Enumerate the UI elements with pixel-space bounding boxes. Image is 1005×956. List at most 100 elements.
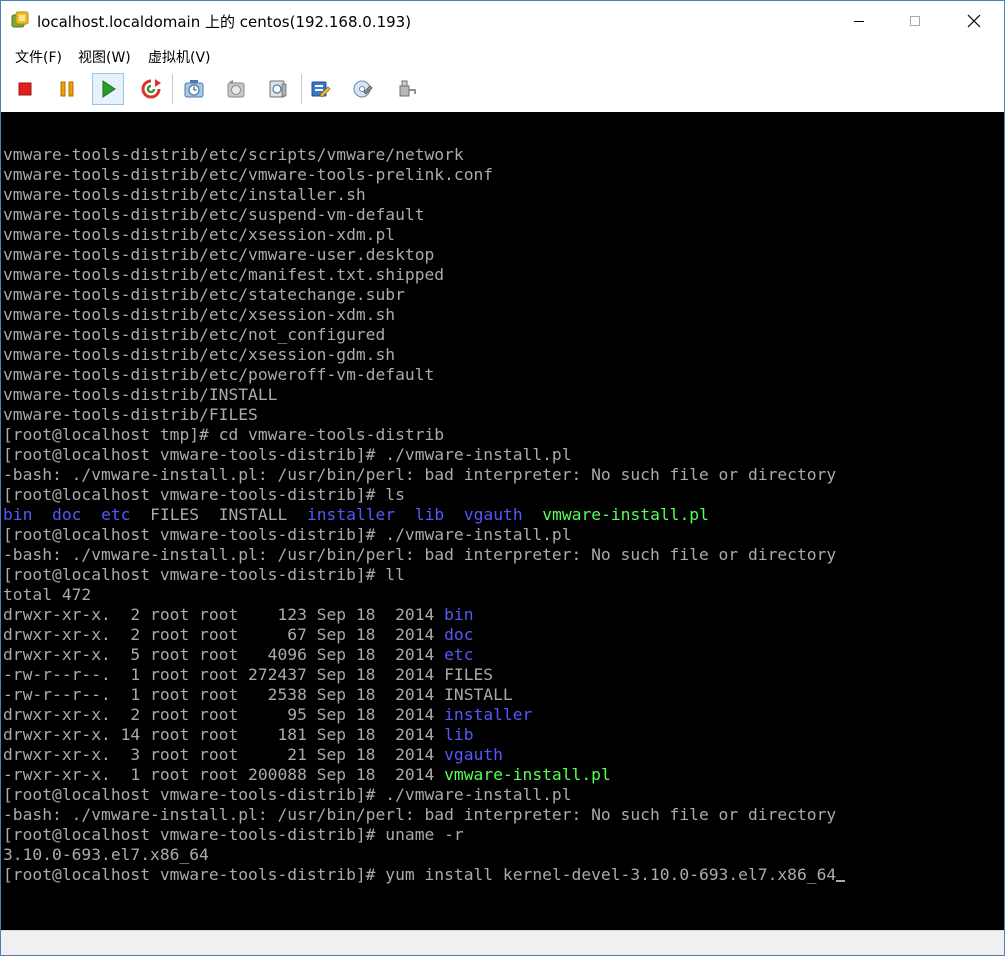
connect-device-icon bbox=[399, 80, 416, 97]
terminal-line: vmware-tools-distrib/etc/not_configured bbox=[3, 325, 845, 345]
terminal-text: vmware-tools-distrib/etc/vmware-tools-pr… bbox=[3, 165, 494, 184]
menu-vm[interactable]: 虚拟机(V) bbox=[148, 47, 211, 67]
terminal-line: vmware-tools-distrib/etc/manifest.txt.sh… bbox=[3, 265, 845, 285]
terminal-text: [root@localhost vmware-tools-distrib]# l… bbox=[3, 485, 405, 504]
vm-console-window: localhost.localdomain 上的 centos(192.168.… bbox=[0, 0, 1005, 956]
connect-device-button[interactable] bbox=[391, 73, 423, 105]
manage-snapshots-icon bbox=[269, 80, 287, 98]
terminal-text: vmware-tools-distrib/INSTALL bbox=[3, 385, 278, 404]
vm-console-screen[interactable]: vmware-tools-distrib/etc/scripts/vmware/… bbox=[1, 112, 1004, 930]
reset-icon bbox=[141, 79, 161, 99]
directory-name: etc bbox=[444, 645, 474, 664]
toolbar bbox=[1, 70, 1004, 110]
terminal-line: vmware-tools-distrib/etc/installer.sh bbox=[3, 185, 845, 205]
pause-icon bbox=[60, 81, 74, 97]
revert-snapshot-button[interactable] bbox=[220, 73, 252, 105]
terminal-line: vmware-tools-distrib/etc/statechange.sub… bbox=[3, 285, 845, 305]
terminal-line: 3.10.0-693.el7.x86_64 bbox=[3, 845, 845, 865]
terminal-text: vmware-tools-distrib/etc/suspend-vm-defa… bbox=[3, 205, 425, 224]
terminal-text: vmware-tools-distrib/etc/not_configured bbox=[3, 325, 386, 344]
vsphere-app-icon bbox=[11, 11, 29, 29]
window-title: localhost.localdomain 上的 centos(192.168.… bbox=[37, 13, 412, 31]
terminal-text: drwxr-xr-x. 2 root root 123 Sep 18 2014 bbox=[3, 605, 445, 624]
terminal-text: vmware-tools-distrib/etc/xsession-xdm.sh bbox=[3, 305, 396, 324]
reset-button[interactable] bbox=[135, 73, 167, 105]
text-cursor bbox=[836, 880, 846, 882]
terminal-line: [root@localhost tmp]# cd vmware-tools-di… bbox=[3, 425, 845, 445]
terminal-line: [root@localhost vmware-tools-distrib]# u… bbox=[3, 825, 845, 845]
directory-name: bin bbox=[3, 505, 33, 524]
terminal-line: -bash: ./vmware-install.pl: /usr/bin/per… bbox=[3, 805, 845, 825]
terminal-line: vmware-tools-distrib/etc/vmware-user.des… bbox=[3, 245, 845, 265]
directory-name: bin bbox=[444, 605, 474, 624]
terminal-line: vmware-tools-distrib/etc/suspend-vm-defa… bbox=[3, 205, 845, 225]
take-snapshot-button[interactable] bbox=[178, 73, 210, 105]
executable-name: vmware-install.pl bbox=[542, 505, 709, 524]
directory-name: lib bbox=[414, 505, 445, 524]
terminal-text: [root@localhost vmware-tools-distrib]# y… bbox=[3, 865, 837, 884]
terminal-line: vmware-tools-distrib/etc/scripts/vmware/… bbox=[3, 145, 845, 165]
revert-snapshot-icon bbox=[227, 80, 245, 98]
play-icon bbox=[102, 80, 116, 98]
power-on-button[interactable] bbox=[92, 73, 124, 105]
terminal-text: [root@localhost vmware-tools-distrib]# .… bbox=[3, 525, 572, 544]
terminal-text: [root@localhost vmware-tools-distrib]# .… bbox=[3, 445, 572, 464]
directory-name: vgauth bbox=[463, 505, 523, 524]
terminal-line: -rw-r--r--. 1 root root 2538 Sep 18 2014… bbox=[3, 685, 845, 705]
terminal-text: -bash: ./vmware-install.pl: /usr/bin/per… bbox=[3, 805, 837, 824]
terminal-text: vmware-tools-distrib/etc/xsession-xdm.pl bbox=[3, 225, 396, 244]
menu-file[interactable]: 文件(F) bbox=[15, 47, 62, 67]
terminal-text: -bash: ./vmware-install.pl: /usr/bin/per… bbox=[3, 465, 837, 484]
terminal-text: drwxr-xr-x. 3 root root 21 Sep 18 2014 bbox=[3, 745, 445, 764]
terminal-line: -rwxr-xr-x. 1 root root 200088 Sep 18 20… bbox=[3, 765, 845, 785]
suspend-button[interactable] bbox=[51, 73, 83, 105]
minimize-icon bbox=[854, 20, 864, 22]
menu-bar: 文件(F) 视图(W) 虚拟机(V) bbox=[1, 40, 1004, 70]
toolbar-separator bbox=[172, 74, 173, 104]
terminal-text: -rw-r--r--. 1 root root 272437 Sep 18 20… bbox=[3, 665, 494, 684]
terminal-text: [root@localhost tmp]# cd vmware-tools-di… bbox=[3, 425, 445, 444]
directory-name: installer bbox=[444, 705, 533, 724]
close-button[interactable] bbox=[951, 1, 997, 40]
minimize-button[interactable] bbox=[836, 1, 882, 40]
snapshot-manager-button[interactable] bbox=[262, 73, 294, 105]
terminal-line: total 472 bbox=[3, 585, 845, 605]
terminal-text: drwxr-xr-x. 2 root root 67 Sep 18 2014 bbox=[3, 625, 445, 644]
stop-icon bbox=[18, 82, 32, 96]
directory-name: lib bbox=[444, 725, 474, 744]
edit-settings-button[interactable] bbox=[305, 73, 337, 105]
connect-cd-button[interactable] bbox=[347, 73, 379, 105]
title-bar[interactable]: localhost.localdomain 上的 centos(192.168.… bbox=[1, 1, 1004, 40]
terminal-text: vmware-tools-distrib/FILES bbox=[3, 405, 258, 424]
terminal-line: drwxr-xr-x. 2 root root 95 Sep 18 2014 i… bbox=[3, 705, 845, 725]
terminal-line: vmware-tools-distrib/etc/xsession-gdm.sh bbox=[3, 345, 845, 365]
close-icon bbox=[967, 14, 981, 27]
terminal-text: 3.10.0-693.el7.x86_64 bbox=[3, 845, 209, 864]
directory-name: etc bbox=[101, 505, 131, 524]
terminal-line: [root@localhost vmware-tools-distrib]# .… bbox=[3, 445, 845, 465]
maximize-button[interactable] bbox=[892, 1, 938, 40]
terminal-line: vmware-tools-distrib/etc/poweroff-vm-def… bbox=[3, 365, 845, 385]
directory-name: installer bbox=[306, 505, 396, 524]
terminal-text: drwxr-xr-x. 14 root root 181 Sep 18 2014 bbox=[3, 725, 445, 744]
terminal-text: [root@localhost vmware-tools-distrib]# u… bbox=[3, 825, 464, 844]
terminal-line: vmware-tools-distrib/INSTALL bbox=[3, 385, 845, 405]
menu-view[interactable]: 视图(W) bbox=[78, 47, 131, 67]
terminal-text: [root@localhost vmware-tools-distrib]# l… bbox=[3, 565, 405, 584]
terminal-text: -rw-r--r--. 1 root root 2538 Sep 18 2014… bbox=[3, 685, 513, 704]
terminal-line: drwxr-xr-x. 14 root root 181 Sep 18 2014… bbox=[3, 725, 845, 745]
terminal-text: vmware-tools-distrib/etc/installer.sh bbox=[3, 185, 366, 204]
maximize-icon bbox=[910, 15, 920, 26]
terminal-text: vmware-tools-distrib/etc/poweroff-vm-def… bbox=[3, 365, 435, 384]
terminal-line: -rw-r--r--. 1 root root 272437 Sep 18 20… bbox=[3, 665, 845, 685]
terminal-text: vmware-tools-distrib/etc/manifest.txt.sh… bbox=[3, 265, 445, 284]
directory-name: doc bbox=[52, 505, 82, 524]
snapshot-icon bbox=[184, 80, 204, 98]
power-off-button[interactable] bbox=[9, 73, 41, 105]
edit-settings-icon bbox=[311, 81, 331, 98]
terminal-line: [root@localhost vmware-tools-distrib]# y… bbox=[3, 865, 846, 885]
